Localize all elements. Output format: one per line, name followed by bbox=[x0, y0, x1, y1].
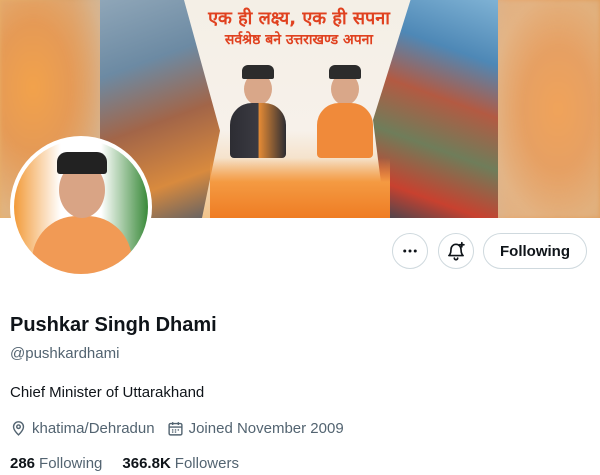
following-count: 286 bbox=[10, 455, 36, 472]
banner-poster: एक ही लक्ष्य, एक ही सपना सर्वश्रेष्ठ बने… bbox=[100, 0, 498, 218]
banner-person-right bbox=[315, 63, 375, 158]
profile-bio: Chief Minister of Uttarakhand bbox=[10, 384, 205, 401]
banner-right-blur bbox=[495, 0, 600, 218]
notifications-button[interactable] bbox=[438, 233, 474, 269]
banner-headline-line1: एक ही लक्ष्य, एक ही सपना bbox=[208, 8, 390, 29]
banner-person-left bbox=[228, 63, 288, 158]
profile-name: Pushkar Singh Dhami bbox=[10, 314, 217, 336]
following-label: Following bbox=[39, 455, 103, 472]
profile-meta: khatima/Dehradun Joined November 2009 bbox=[10, 420, 356, 437]
avatar-photo bbox=[14, 140, 148, 274]
followers-link[interactable]: 366.8K Followers bbox=[122, 455, 239, 472]
bell-plus-icon bbox=[448, 241, 465, 261]
following-link[interactable]: 286 Following bbox=[10, 455, 102, 472]
followers-count: 366.8K bbox=[122, 455, 171, 472]
banner-crowd bbox=[210, 158, 390, 218]
profile-location: khatima/Dehradun bbox=[10, 420, 155, 437]
more-horizontal-icon bbox=[403, 249, 417, 253]
profile-handle: @pushkardhami bbox=[10, 345, 120, 362]
calendar-icon bbox=[167, 422, 183, 436]
profile-avatar[interactable] bbox=[10, 136, 152, 278]
more-options-button[interactable] bbox=[392, 233, 428, 269]
followers-label: Followers bbox=[174, 455, 239, 472]
location-text: khatima/Dehradun bbox=[32, 420, 155, 437]
profile-joined: Joined November 2009 bbox=[167, 420, 344, 437]
banner-headline-line2: सर्वश्रेष्ठ बने उत्तराखण्ड अपना bbox=[224, 32, 374, 48]
joined-text: Joined November 2009 bbox=[188, 420, 344, 437]
following-button[interactable]: Following bbox=[483, 233, 587, 269]
profile-stats: 286 Following 366.8K Followers bbox=[10, 455, 259, 472]
location-pin-icon bbox=[12, 421, 25, 436]
